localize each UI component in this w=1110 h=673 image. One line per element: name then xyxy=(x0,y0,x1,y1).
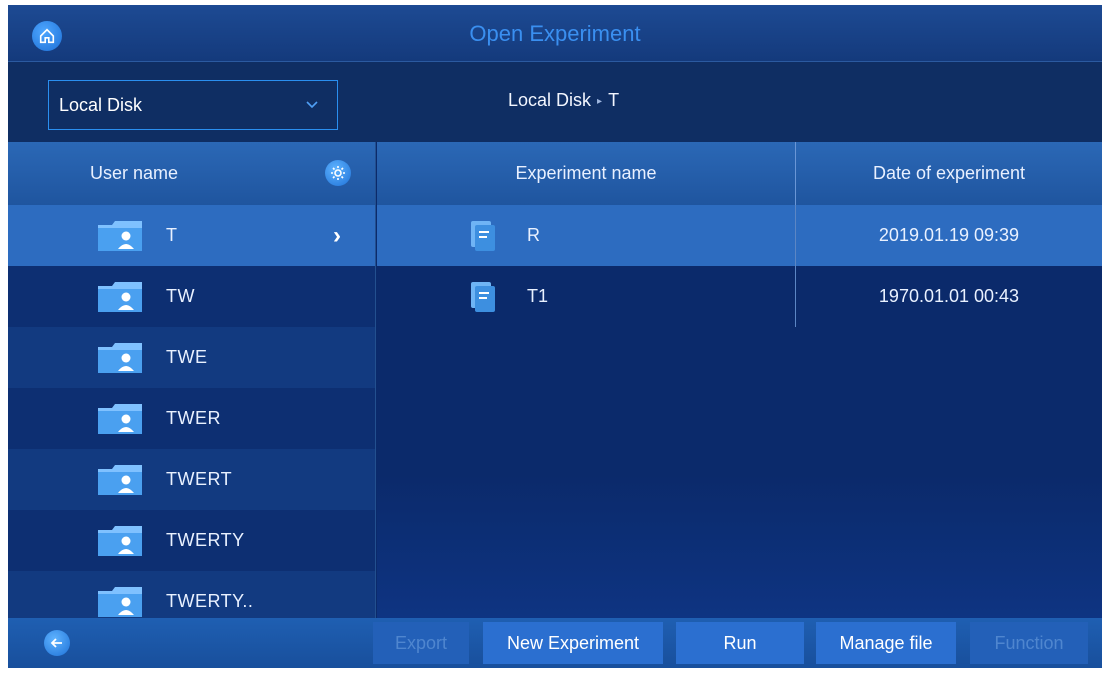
run-button[interactable]: Run xyxy=(676,622,804,664)
table-row[interactable]: R 2019.01.19 09:39 xyxy=(377,205,1102,266)
user-name: TWE xyxy=(166,347,208,367)
disk-select-value: Local Disk xyxy=(59,94,143,115)
title-bar: Open Experiment xyxy=(8,5,1102,62)
list-item[interactable]: TWE xyxy=(8,327,375,388)
user-name: TWERTY xyxy=(166,530,245,550)
experiment-name: R xyxy=(527,225,540,245)
user-name: T xyxy=(166,225,178,245)
experiment-panel: Experiment name Date of experiment R 201… xyxy=(377,142,1102,618)
user-settings-icon[interactable] xyxy=(325,160,351,186)
user-folder-icon xyxy=(98,221,142,251)
chevron-right-icon[interactable]: › xyxy=(333,222,341,250)
experiment-date: 1970.01.01 00:43 xyxy=(878,286,1020,306)
source-bar: Local Disk Local Disk ▸ T xyxy=(8,62,1102,142)
list-item[interactable]: TWER xyxy=(8,388,375,449)
user-name: TWERTY.. xyxy=(166,591,254,611)
user-list: T › TW TWE TWER TWERT TWERTY TWERTY.. xyxy=(8,205,375,632)
user-panel: User name T › TW TWE TWER TWERT TWERTY T… xyxy=(8,142,376,632)
breadcrumb-root[interactable]: Local Disk xyxy=(508,90,591,110)
table-row[interactable]: T1 1970.01.01 00:43 xyxy=(377,266,1102,327)
user-folder-icon xyxy=(98,404,142,434)
user-name: TW xyxy=(166,286,195,306)
chevron-down-icon xyxy=(306,101,318,109)
list-item[interactable]: TWERT xyxy=(8,449,375,510)
experiment-table-header: Experiment name Date of experiment xyxy=(377,142,1102,205)
list-item[interactable]: TW xyxy=(8,266,375,327)
manage-file-button[interactable]: Manage file xyxy=(816,622,956,664)
user-folder-icon xyxy=(98,526,142,556)
experiment-name: T1 xyxy=(527,286,549,306)
list-item[interactable]: T › xyxy=(8,205,375,266)
disk-select[interactable]: Local Disk xyxy=(48,80,338,130)
experiment-file-icon xyxy=(471,282,495,312)
breadcrumb: Local Disk ▸ T xyxy=(508,90,908,111)
user-name: TWERT xyxy=(166,469,233,489)
list-item[interactable]: TWERTY xyxy=(8,510,375,571)
breadcrumb-separator: ▸ xyxy=(597,95,603,107)
user-column-label: User name xyxy=(90,163,179,183)
export-button[interactable]: Export xyxy=(373,622,469,664)
breadcrumb-leaf[interactable]: T xyxy=(608,90,619,110)
function-button[interactable]: Function xyxy=(970,622,1088,664)
experiment-date: 2019.01.19 09:39 xyxy=(878,225,1020,245)
user-folder-icon xyxy=(98,343,142,373)
experiment-name-header[interactable]: Experiment name xyxy=(377,163,795,184)
back-arrow-icon[interactable] xyxy=(44,630,70,656)
bottom-toolbar: Export New Experiment Run Manage file Fu… xyxy=(8,618,1102,668)
new-experiment-button[interactable]: New Experiment xyxy=(483,622,663,664)
user-name: TWER xyxy=(166,408,221,428)
experiment-file-icon xyxy=(471,221,495,251)
open-experiment-screen: Open Experiment Local Disk Local Disk ▸ T … xyxy=(8,5,1102,668)
page-title: Open Experiment xyxy=(469,21,641,46)
experiment-date-header[interactable]: Date of experiment xyxy=(796,163,1102,184)
user-column-header: User name xyxy=(8,142,375,205)
user-folder-icon xyxy=(98,465,142,495)
user-folder-icon xyxy=(98,587,142,617)
user-folder-icon xyxy=(98,282,142,312)
